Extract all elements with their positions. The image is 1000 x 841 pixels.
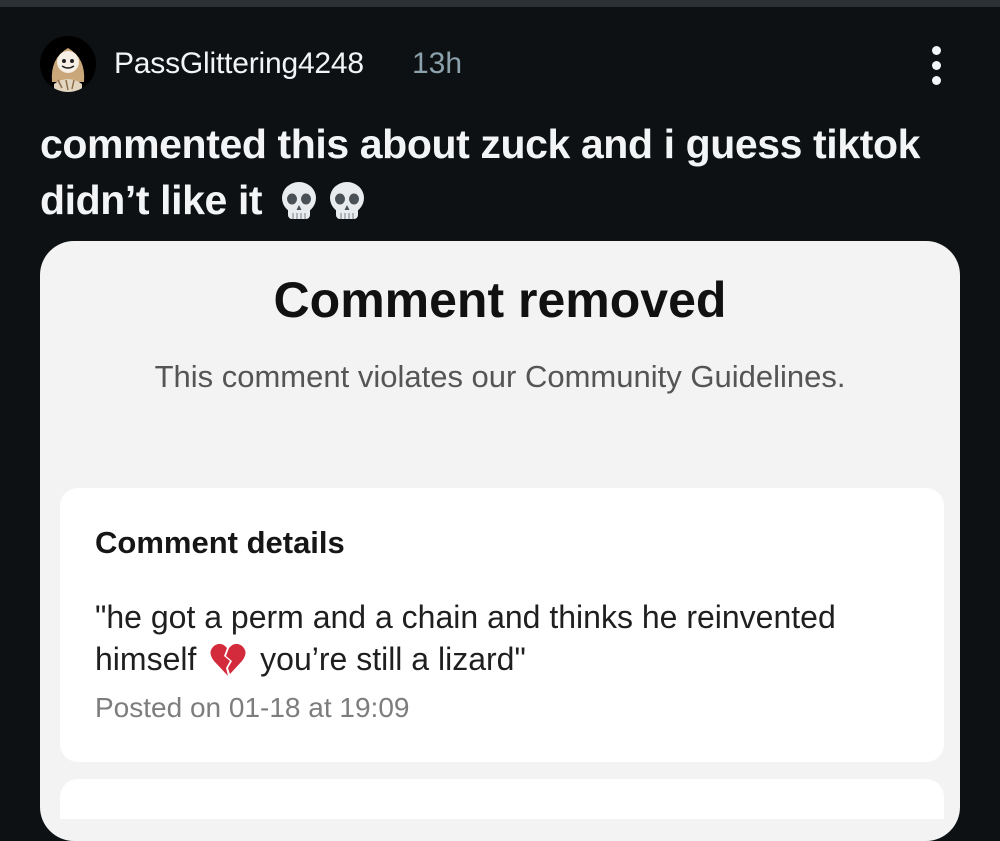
skull-emoji-icon (282, 182, 317, 219)
top-divider (0, 0, 1000, 7)
removed-subtitle: This comment violates our Community Guid… (154, 359, 846, 394)
more-options-button[interactable] (920, 40, 952, 90)
comment-posted-date: Posted on 01-18 at 19:09 (95, 692, 410, 723)
more-dot-icon (931, 60, 941, 70)
more-dot-icon (931, 75, 941, 85)
comment-details-box: Comment details "he got a perm and a cha… (60, 488, 944, 762)
comment-quote-part2: you’re still a lizard" (260, 641, 526, 677)
removed-title: Comment removed (273, 272, 727, 328)
user-avatar[interactable] (40, 36, 96, 92)
next-section-box (60, 779, 944, 819)
post-header: PassGlittering4248 13h (40, 36, 960, 94)
skull-emoji-icon (330, 182, 365, 219)
more-dot-icon (931, 45, 941, 55)
avatar-image (40, 36, 96, 92)
comment-quote: "he got a perm and a chain and thinks he… (95, 596, 925, 680)
username[interactable]: PassGlittering4248 (114, 47, 364, 81)
broken-heart-icon (210, 643, 246, 676)
post-title[interactable]: commented this about zuck and i guess ti… (40, 116, 970, 228)
post-image-card[interactable]: Comment removed This comment violates ou… (40, 241, 960, 841)
post-age: 13h (412, 47, 463, 80)
post-title-text: commented this about zuck and i guess ti… (40, 121, 920, 223)
comment-details-heading: Comment details (95, 525, 345, 560)
